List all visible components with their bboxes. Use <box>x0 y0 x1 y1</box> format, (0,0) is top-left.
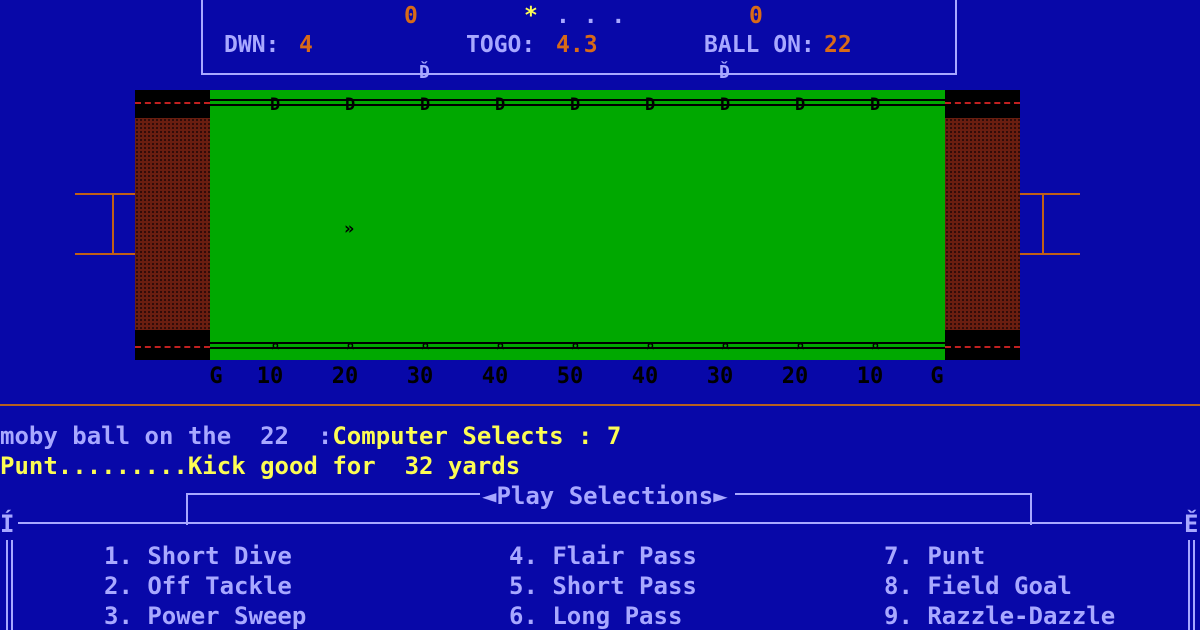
yard-label: G <box>930 364 944 389</box>
away-score: 0 <box>749 3 763 29</box>
play-option-short-dive[interactable]: 1. Short Dive <box>104 544 292 568</box>
first-down-marker: Ď <box>719 62 730 83</box>
left-goalpost-bottom <box>75 253 135 255</box>
yard-label: 30 <box>706 364 734 389</box>
yard-label: 20 <box>781 364 809 389</box>
play-box-left-corner: Í <box>0 510 15 538</box>
yard-label: 40 <box>481 364 509 389</box>
play-option-long-pass[interactable]: 6. Long Pass <box>509 604 682 628</box>
ball-on-label: BALL ON: <box>704 32 815 58</box>
down-value: 4 <box>299 32 313 58</box>
scrimmage-marker: Ď <box>419 62 430 83</box>
left-goalpost-upright <box>112 193 114 255</box>
computer-selection-text: Computer Selects : 7 <box>332 422 622 450</box>
yard-label: 30 <box>406 364 434 389</box>
togo-value: 4.3 <box>556 32 598 58</box>
separator-line <box>0 404 1200 406</box>
play-option-field-goal[interactable]: 8. Field Goal <box>884 574 1072 598</box>
possession-indicator: * <box>524 3 538 29</box>
togo-label: TOGO: <box>466 32 536 58</box>
defender-7: D <box>720 95 731 115</box>
play-box-right-border <box>1188 540 1195 630</box>
status-line-1: moby ball on the 22 :Computer Selects : … <box>0 424 621 448</box>
defender-3: D <box>420 95 431 115</box>
defender-8: D <box>795 95 806 115</box>
offense-player-5: ¤ <box>570 336 581 356</box>
play-option-razzle-dazzle[interactable]: 9. Razzle-Dazzle <box>884 604 1115 628</box>
right-goalpost-bottom <box>1020 253 1080 255</box>
play-option-off-tackle[interactable]: 2. Off Tackle <box>104 574 292 598</box>
ball-position-text: moby ball on the 22 : <box>0 422 333 450</box>
defender-6: D <box>645 95 656 115</box>
yard-label: 10 <box>856 364 884 389</box>
right-endzone <box>945 90 1020 360</box>
left-goalpost-top <box>75 193 135 195</box>
play-option-short-pass[interactable]: 5. Short Pass <box>509 574 697 598</box>
playing-field <box>210 90 945 360</box>
defender-1: D <box>270 95 281 115</box>
right-goalpost-top <box>1020 193 1080 195</box>
yard-label: 20 <box>331 364 359 389</box>
left-endzone <box>135 90 210 360</box>
play-selections-title: ◄Play Selections► <box>482 482 728 510</box>
offense-player-6: ¤ <box>645 336 656 356</box>
play-option-flair-pass[interactable]: 4. Flair Pass <box>509 544 697 568</box>
right-goalpost-upright <box>1042 193 1044 255</box>
yard-label: 50 <box>556 364 584 389</box>
ball-on-value: 22 <box>824 32 852 58</box>
offense-player-8: ¤ <box>795 336 806 356</box>
defender-5: D <box>570 95 581 115</box>
play-box-left-border <box>6 540 13 630</box>
play-result-text: Punt.........Kick good for 32 yards <box>0 452 521 480</box>
home-score: 0 <box>404 3 418 29</box>
play-box-right-corner: Ě <box>1184 510 1199 538</box>
yard-label: 10 <box>256 364 284 389</box>
offense-player-9: ¤ <box>870 336 881 356</box>
offense-player-1: ¤ <box>270 336 281 356</box>
play-option-punt[interactable]: 7. Punt <box>884 544 985 568</box>
ball-icon: » <box>344 219 355 239</box>
offense-player-4: ¤ <box>495 336 506 356</box>
offense-player-3: ¤ <box>420 336 431 356</box>
yard-label: 40 <box>631 364 659 389</box>
defender-4: D <box>495 95 506 115</box>
clock-dots: . . . <box>556 3 626 29</box>
yard-label: G <box>209 364 223 389</box>
defender-2: D <box>345 95 356 115</box>
down-label: DWN: <box>224 32 280 58</box>
offense-player-2: ¤ <box>345 336 356 356</box>
offense-player-7: ¤ <box>720 336 731 356</box>
defender-9: D <box>870 95 881 115</box>
play-option-power-sweep[interactable]: 3. Power Sweep <box>104 604 306 628</box>
